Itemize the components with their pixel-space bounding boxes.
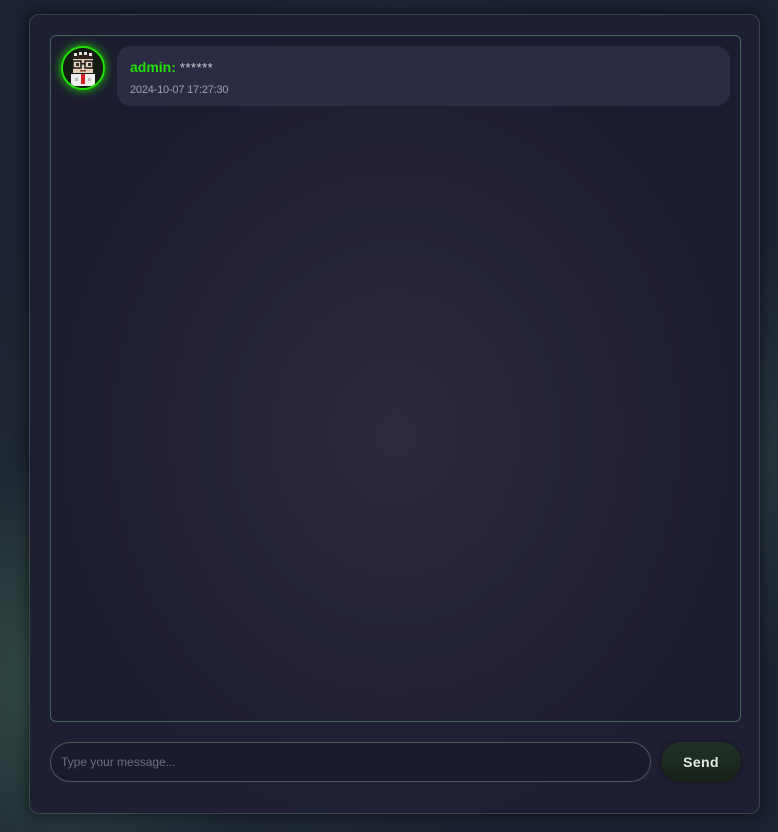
message-timestamp: 2024-10-07 17:27:30 (130, 84, 229, 96)
user-avatar (61, 46, 105, 90)
message-username: admin: (130, 59, 176, 75)
send-button[interactable]: Send (661, 742, 741, 782)
messages-panel[interactable]: admin: ****** 2024-10-07 17:27:30 (50, 35, 741, 722)
pixel-avatar-icon (63, 48, 103, 88)
message-text: ****** (179, 60, 214, 75)
chat-container: admin:****** 2024-10-07 17:27:30 Send (29, 14, 760, 814)
message-input[interactable] (50, 742, 651, 782)
message-line: admin: ****** (130, 59, 716, 76)
message-item: admin: ****** 2024-10-07 17:27:30 (61, 46, 730, 108)
message-bubble: admin: ****** 2024-10-07 17:27:30 (117, 46, 730, 106)
